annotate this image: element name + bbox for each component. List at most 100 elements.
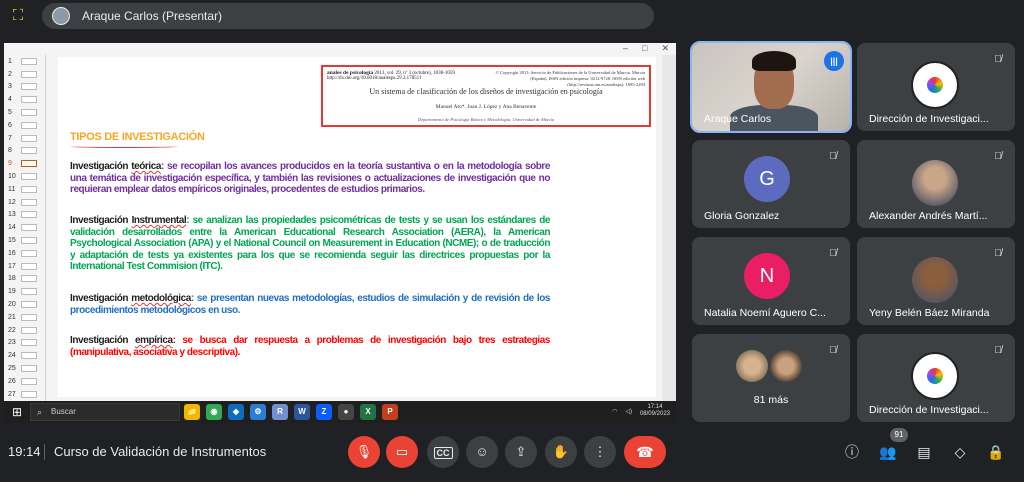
more-avatar-2 (770, 350, 802, 382)
participant-tile[interactable]: 🎙̸ Alexander Andrés Martí... (857, 140, 1015, 228)
participant-tile[interactable]: 🎙̸ Dirección de Investigaci... (857, 43, 1015, 131)
reactions-button[interactable]: ☺ (466, 436, 498, 468)
people-button[interactable]: 👥 (876, 440, 900, 464)
presenter-bar: ⛶ Araque Carlos (Presentar) (0, 0, 1024, 32)
meeting-info-button[interactable]: ⓘ (840, 440, 864, 464)
slide-thumbnail[interactable]: 3 (4, 81, 45, 94)
slide-thumbnail[interactable]: 4 (4, 93, 45, 106)
presentation-camera-off-icon[interactable]: ⛶ (8, 6, 28, 26)
ref-title: Un sistema de clasificación de los diseñ… (369, 87, 603, 96)
wifi-icon[interactable]: ◠ (612, 408, 617, 415)
taskbar-app-icon[interactable]: ● (338, 404, 354, 420)
taskbar-app-icon[interactable]: ◉ (206, 404, 222, 420)
mic-toggle-button[interactable]: 🎙 (348, 436, 380, 468)
activities-button[interactable]: ◇ (948, 440, 972, 464)
search-icon: ⌕ (37, 407, 43, 417)
participant-count-badge: 91 (890, 428, 908, 442)
participant-tile[interactable]: 🎙̸ Dirección de Investigaci... (857, 334, 1015, 422)
search-placeholder: Buscar (51, 407, 76, 416)
slide-thumbnail[interactable]: 27 (4, 388, 45, 401)
slide-thumbnail[interactable]: 21 (4, 311, 45, 324)
raise-hand-button[interactable]: ✋ (545, 436, 577, 468)
slide-preview (21, 249, 37, 257)
maximize-icon[interactable]: □ (642, 43, 647, 55)
slide-thumbnail[interactable]: 25 (4, 362, 45, 375)
slide-thumbnail[interactable]: 23 (4, 337, 45, 350)
slide-preview (21, 365, 37, 373)
participant-tile[interactable]: ||| Araque Carlos (690, 41, 852, 133)
slide-thumbnail-panel[interactable]: 1 2 3 4 5 6 7 8 9 10 11 12 13 14 15 16 17 18 19 20 21 22 23 24 2… (4, 55, 46, 401)
slide-preview (21, 352, 37, 360)
slide-thumbnail[interactable]: 9 (4, 157, 45, 170)
taskbar-app-icon[interactable]: R (272, 404, 288, 420)
slide-thumbnail[interactable]: 24 (4, 349, 45, 362)
slide-thumbnail[interactable]: 1 (4, 55, 45, 68)
slide-thumbnail[interactable]: 15 (4, 234, 45, 247)
taskbar-app-icon[interactable]: ⚙ (250, 404, 266, 420)
slide-thumbnail[interactable]: 2 (4, 68, 45, 81)
slide-thumbnail[interactable]: 17 (4, 260, 45, 273)
participant-tile[interactable]: 🎙̸ Yeny Belén Báez Miranda (857, 237, 1015, 325)
taskbar-apps: 📁 ◉ ◆ ⚙ R W Z ● X P (184, 404, 398, 420)
ref-journal: anales de psicología 2013, vol. 29, nº 3… (327, 70, 455, 81)
slide-thumbnail[interactable]: 16 (4, 247, 45, 260)
slide-number: 23 (8, 339, 16, 347)
minimize-icon[interactable]: – (623, 43, 628, 55)
more-avatar-1 (736, 350, 768, 382)
camera-toggle-button[interactable]: ▭ (386, 436, 418, 468)
taskbar-app-icon[interactable]: Z (316, 404, 332, 420)
organization-logo (911, 352, 959, 400)
mic-off-icon: 🎙̸ (829, 345, 837, 356)
slide-thumbnail[interactable]: 11 (4, 183, 45, 196)
host-controls-button[interactable]: 🔒 (984, 440, 1008, 464)
participant-tile[interactable]: G 🎙̸ Gloria Gonzalez (692, 140, 850, 228)
taskbar-clock[interactable]: 17:14 08/09/2023 (640, 404, 670, 418)
captions-button[interactable]: CC (427, 436, 459, 468)
slide-preview (21, 96, 37, 104)
slide-thumbnail[interactable]: 14 (4, 221, 45, 234)
leave-call-button[interactable]: ☎ (624, 436, 666, 468)
participant-tile[interactable]: N 🎙̸ Natalia Noemí Aguero C... (692, 237, 850, 325)
presenter-pill[interactable]: Araque Carlos (Presentar) (42, 3, 654, 29)
slide-preview (21, 70, 37, 78)
taskbar-app-icon[interactable]: W (294, 404, 310, 420)
chat-icon: ▤ (917, 444, 931, 460)
slide-thumbnail[interactable]: 20 (4, 298, 45, 311)
slide-preview (21, 275, 37, 283)
slide-preview (21, 83, 37, 91)
slide-thumbnail[interactable]: 5 (4, 106, 45, 119)
captions-icon: CC (433, 447, 453, 459)
slide-preview (21, 326, 37, 334)
slide-number: 5 (8, 109, 12, 117)
taskbar-search[interactable]: ⌕ Buscar (30, 403, 180, 421)
slide-thumbnail[interactable]: 13 (4, 209, 45, 222)
slide-thumbnail[interactable]: 18 (4, 273, 45, 286)
mic-off-icon: 🎙̸ (829, 248, 837, 259)
taskbar-app-icon[interactable]: P (382, 404, 398, 420)
more-options-button[interactable]: ⋮ (584, 436, 616, 468)
slide-thumbnail[interactable]: 26 (4, 375, 45, 388)
slide-number: 17 (8, 262, 16, 270)
windows-start-icon[interactable]: ⊞ (12, 406, 24, 418)
slide-thumbnail[interactable]: 7 (4, 132, 45, 145)
present-button[interactable]: ⇪ (505, 436, 537, 468)
close-icon[interactable]: ✕ (661, 43, 669, 55)
participant-tile[interactable]: 🎙̸ 81 más (692, 334, 850, 422)
slide-thumbnail[interactable]: 12 (4, 196, 45, 209)
slide-number: 27 (8, 390, 16, 398)
slide-scrollbar[interactable] (662, 55, 676, 401)
taskbar-app-icon[interactable]: ◆ (228, 404, 244, 420)
volume-icon[interactable]: ◁) (625, 408, 632, 415)
slide-number: 7 (8, 134, 12, 142)
slide-thumbnail[interactable]: 6 (4, 119, 45, 132)
slide-preview (21, 173, 37, 181)
taskbar-app-icon[interactable]: X (360, 404, 376, 420)
slide-thumbnail[interactable]: 8 (4, 145, 45, 158)
slide-thumbnail[interactable]: 19 (4, 285, 45, 298)
chat-button[interactable]: ▤ (912, 440, 936, 464)
slide-thumbnail[interactable]: 10 (4, 170, 45, 183)
slide-number: 26 (8, 377, 16, 385)
slide-preview (21, 237, 37, 245)
taskbar-app-icon[interactable]: 📁 (184, 404, 200, 420)
slide-thumbnail[interactable]: 22 (4, 324, 45, 337)
